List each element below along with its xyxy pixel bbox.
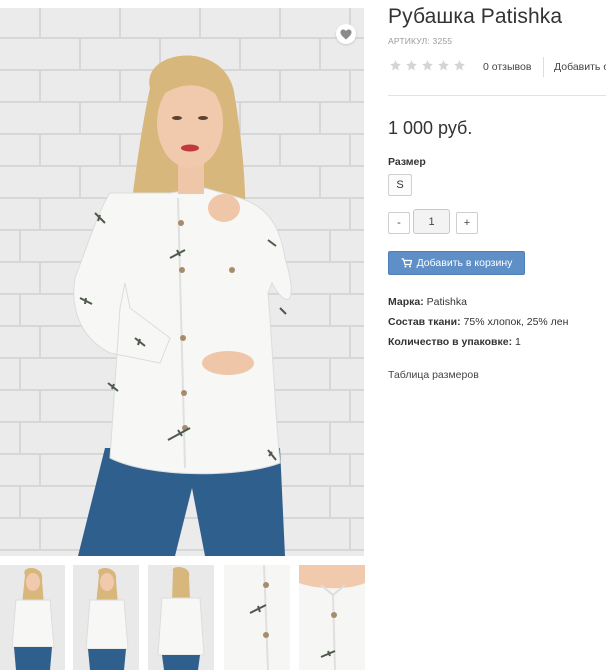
star-icon[interactable] (405, 59, 418, 72)
star-icon[interactable] (389, 59, 402, 72)
product-main-image[interactable] (0, 8, 364, 556)
heart-icon (340, 29, 352, 39)
product-properties: Марка: Patishka Состав ткани: 75% хлопок… (388, 296, 568, 356)
property-brand: Марка: Patishka (388, 296, 467, 308)
thumbnail-5[interactable] (299, 565, 365, 670)
add-to-cart-label: Добавить в корзину (416, 257, 513, 269)
thumbnail-2[interactable] (73, 565, 139, 670)
thumbnail-4[interactable] (224, 565, 290, 670)
divider (388, 95, 606, 96)
add-to-cart-button[interactable]: Добавить в корзину (388, 251, 525, 275)
cart-icon (401, 258, 412, 268)
favorite-button[interactable] (336, 24, 356, 44)
thumbnail-1[interactable] (0, 565, 65, 670)
quantity-increase-button[interactable]: + (456, 212, 478, 234)
product-title: Рубашка Patishka (388, 5, 563, 28)
property-pack-quantity: Количество в упаковке: 1 (388, 336, 521, 348)
reviews-link[interactable]: 0 отзывов (483, 61, 531, 73)
rating-stars[interactable] (389, 59, 466, 72)
quantity-input[interactable]: 1 (413, 209, 450, 234)
product-price: 1 000 руб. (388, 118, 473, 138)
size-option-s[interactable]: S (388, 174, 412, 196)
star-icon[interactable] (437, 59, 450, 72)
property-fabric: Состав ткани: 75% хлопок, 25% лен (388, 316, 569, 328)
divider (543, 57, 544, 77)
quantity-decrease-button[interactable]: - (388, 212, 410, 234)
rating-row: 0 отзывов Добавить отзыв (388, 57, 606, 78)
product-info: Рубашка Patishka АРТИКУЛ: 3255 0 отзывов… (388, 0, 606, 670)
product-sku: АРТИКУЛ: 3255 (388, 36, 453, 46)
thumbnail-3[interactable] (148, 565, 214, 670)
star-icon[interactable] (421, 59, 434, 72)
star-icon[interactable] (453, 59, 466, 72)
thumbnail-strip (0, 565, 370, 670)
size-label: Размер (388, 156, 426, 168)
add-review-link[interactable]: Добавить отзыв (554, 61, 606, 73)
size-table-link[interactable]: Таблица размеров (388, 369, 479, 381)
